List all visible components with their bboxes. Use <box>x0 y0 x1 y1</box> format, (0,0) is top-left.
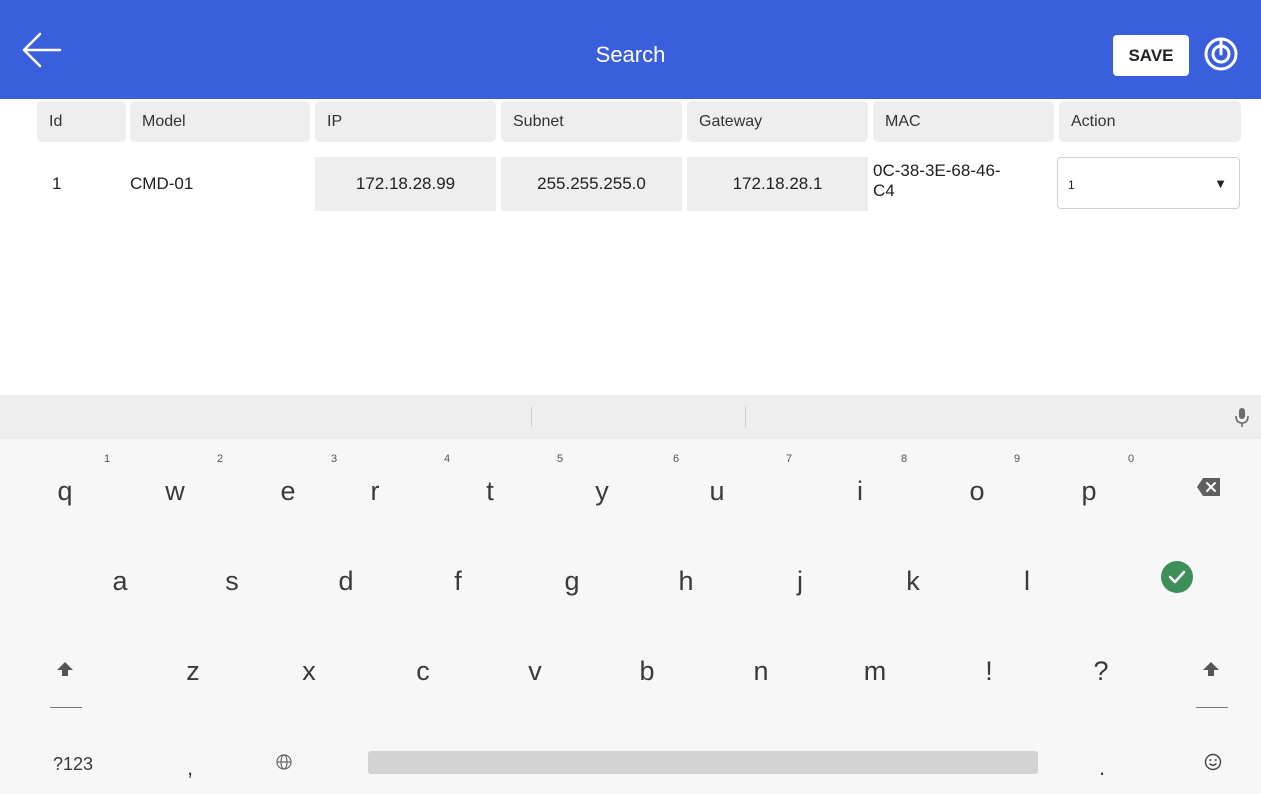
key-hint: 7 <box>786 453 793 465</box>
suggestion-strip <box>0 395 1261 439</box>
backspace-icon[interactable] <box>1196 476 1222 503</box>
cell-ip[interactable]: 172.18.28.99 <box>315 157 496 211</box>
shift-icon[interactable] <box>55 660 75 683</box>
globe-icon[interactable] <box>276 754 292 775</box>
header-action: Action <box>1059 101 1241 142</box>
page-title: Search <box>595 42 666 67</box>
key-o[interactable]: o <box>942 461 1012 521</box>
key-w[interactable]: w <box>140 461 210 521</box>
action-select[interactable]: 1 ▼ <box>1057 157 1240 209</box>
key-symbols[interactable]: ?123 <box>38 734 108 794</box>
key-hint: 9 <box>1014 453 1021 465</box>
key-hint: 3 <box>331 453 338 465</box>
key-k[interactable]: k <box>878 551 948 611</box>
mac-line-1: 0C-38-3E-68-46- <box>873 161 1001 180</box>
action-select-value: 1 <box>1068 178 1075 192</box>
key-hint: 2 <box>217 453 224 465</box>
cell-model: CMD-01 <box>130 174 194 193</box>
key-hint: 1 <box>104 453 111 465</box>
key-j[interactable]: j <box>765 551 835 611</box>
key-a[interactable]: a <box>85 551 155 611</box>
key-b[interactable]: b <box>612 641 682 701</box>
key-u[interactable]: u <box>682 461 752 521</box>
key-e[interactable]: e <box>253 461 323 521</box>
enter-check-icon[interactable] <box>1160 560 1194 599</box>
key-i[interactable]: i <box>825 461 895 521</box>
key-q[interactable]: q <box>30 461 100 521</box>
key-comma[interactable]: , <box>155 738 225 794</box>
key-z[interactable]: z <box>158 641 228 701</box>
key-d[interactable]: d <box>311 551 381 611</box>
chevron-down-icon: ▼ <box>1214 176 1227 191</box>
mac-line-2: C4 <box>873 181 895 200</box>
key-y[interactable]: y <box>567 461 637 521</box>
key-x[interactable]: x <box>274 641 344 701</box>
suggestion-divider <box>745 407 746 427</box>
key-t[interactable]: t <box>455 461 525 521</box>
key-exclamation[interactable]: ! <box>954 641 1024 701</box>
key-h[interactable]: h <box>651 551 721 611</box>
key-m[interactable]: m <box>840 641 910 701</box>
key-question[interactable]: ? <box>1066 641 1136 701</box>
shift-underline <box>50 707 82 708</box>
shift-icon[interactable] <box>1201 660 1221 683</box>
cell-mac: 0C-38-3E-68-46- C4 <box>873 157 1054 211</box>
header-subnet: Subnet <box>501 101 682 142</box>
key-period[interactable]: . <box>1067 738 1137 794</box>
key-hint: 6 <box>673 453 680 465</box>
key-f[interactable]: f <box>423 551 493 611</box>
header-gateway: Gateway <box>687 101 868 142</box>
key-g[interactable]: g <box>537 551 607 611</box>
emoji-icon[interactable] <box>1204 753 1222 776</box>
spacebar[interactable] <box>368 751 1038 774</box>
key-l[interactable]: l <box>992 551 1062 611</box>
header-id: Id <box>37 101 126 142</box>
key-p[interactable]: p <box>1054 461 1124 521</box>
microphone-icon[interactable] <box>1234 406 1250 430</box>
key-r[interactable]: r <box>340 461 410 521</box>
key-v[interactable]: v <box>500 641 570 701</box>
header-ip: IP <box>315 101 496 142</box>
suggestion-divider <box>531 407 532 427</box>
header-mac: MAC <box>873 101 1054 142</box>
power-icon[interactable] <box>1201 34 1241 74</box>
key-s[interactable]: s <box>197 551 267 611</box>
shift-underline <box>1196 707 1228 708</box>
key-hint: 4 <box>444 453 451 465</box>
save-button[interactable]: SAVE <box>1113 35 1189 76</box>
app-bar: Search SAVE <box>0 0 1261 99</box>
cell-subnet[interactable]: 255.255.255.0 <box>501 157 682 211</box>
key-hint: 8 <box>901 453 908 465</box>
key-hint: 5 <box>557 453 564 465</box>
cell-id: 1 <box>52 174 62 193</box>
key-c[interactable]: c <box>388 641 458 701</box>
key-hint: 0 <box>1128 453 1135 465</box>
key-n[interactable]: n <box>726 641 796 701</box>
cell-gateway[interactable]: 172.18.28.1 <box>687 157 868 211</box>
header-model: Model <box>130 101 310 142</box>
